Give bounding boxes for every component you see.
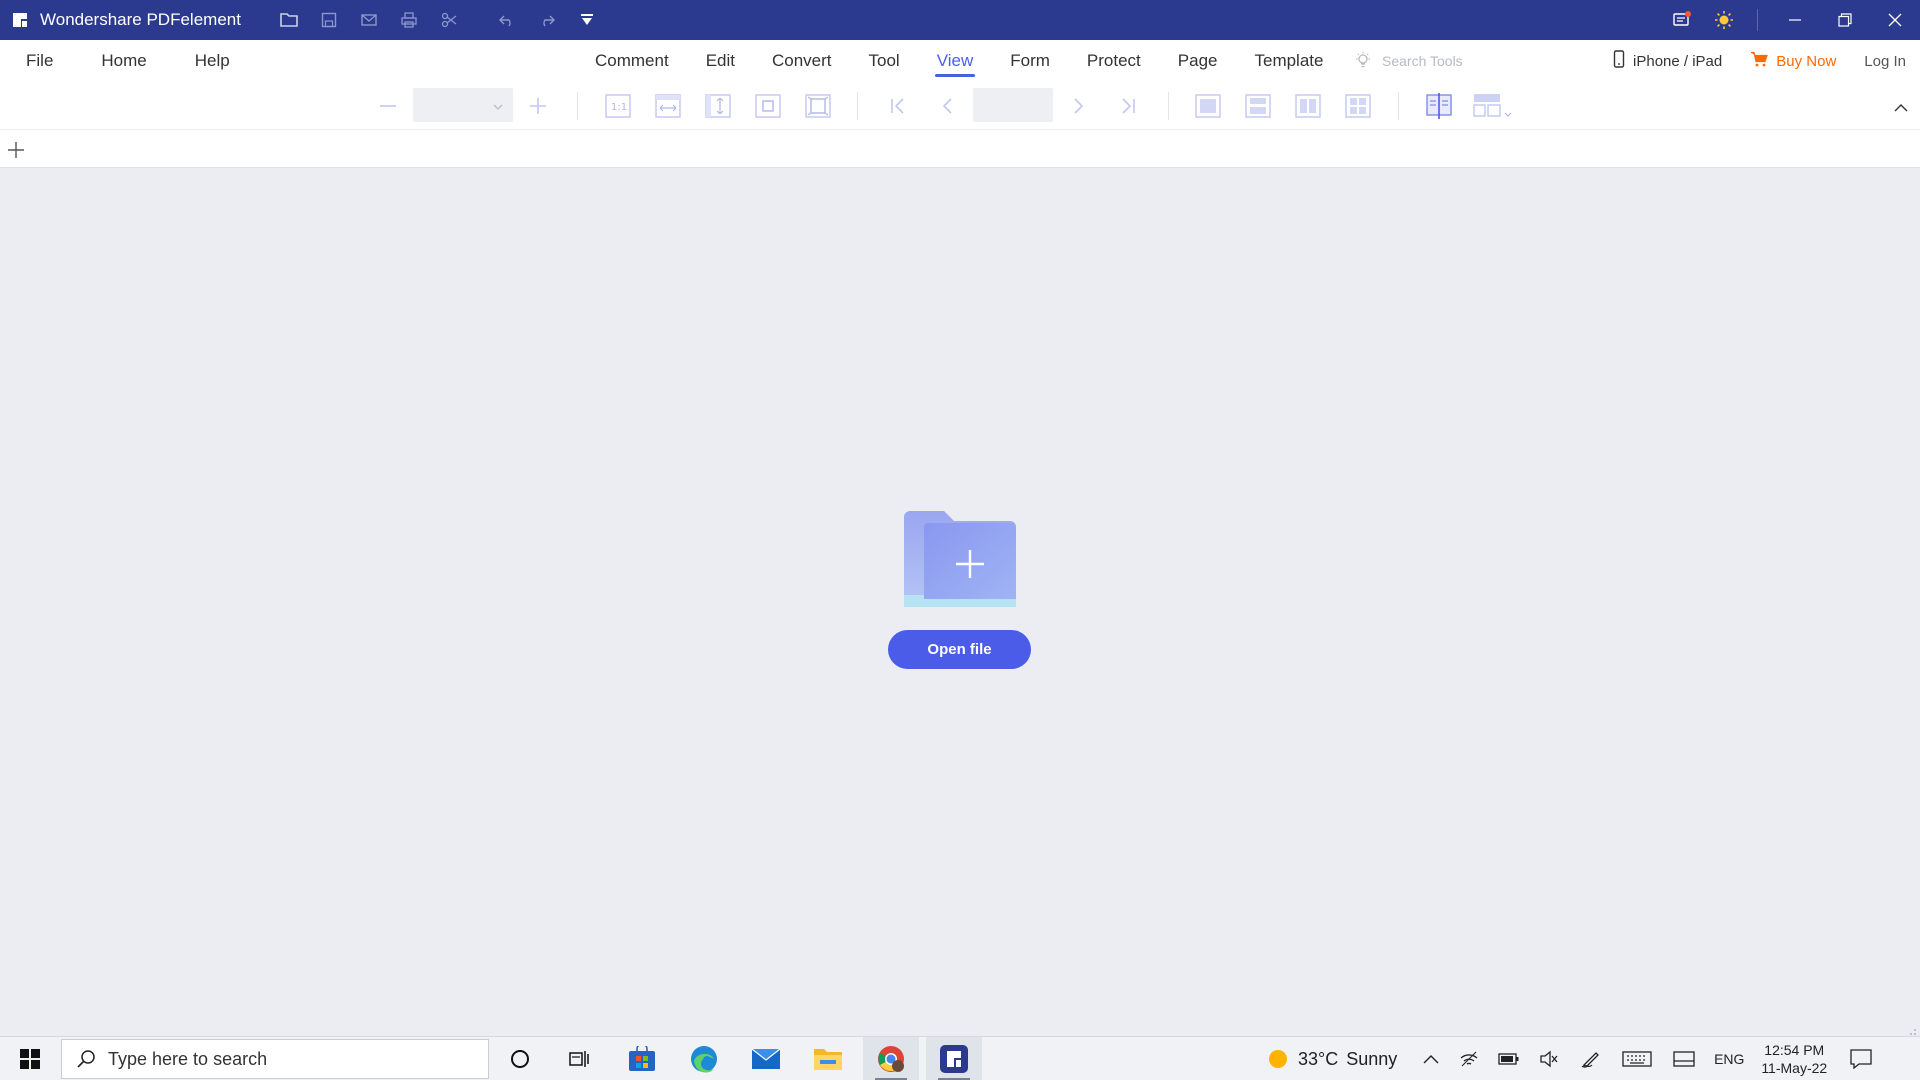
display-icon[interactable]	[1661, 1037, 1707, 1080]
iphone-ipad-label: iPhone / iPad	[1633, 52, 1723, 70]
document-tab-strip	[0, 130, 1920, 168]
collapse-ribbon-icon[interactable]	[1888, 95, 1914, 121]
microsoft-store-icon[interactable]	[614, 1037, 670, 1080]
print-icon[interactable]	[389, 0, 429, 40]
scissors-icon[interactable]	[429, 0, 469, 40]
tab-page[interactable]: Page	[1168, 40, 1228, 82]
menu-home[interactable]: Home	[89, 51, 158, 71]
taskbar-search-placeholder: Type here to search	[108, 1048, 268, 1069]
chrome-browser-icon[interactable]	[863, 1037, 919, 1080]
split-view-icon[interactable]	[1424, 91, 1454, 121]
search-tools-placeholder: Search Tools	[1382, 53, 1463, 69]
task-view-icon[interactable]	[552, 1037, 608, 1080]
view-toolbar: 1:1	[0, 82, 1920, 130]
touch-keyboard-icon[interactable]	[1613, 1037, 1661, 1080]
zoom-select[interactable]	[413, 88, 513, 122]
windows-taskbar: Type here to search 33°C Sunny ENG 12:54…	[0, 1036, 1920, 1080]
weather-condition[interactable]: Sunny	[1346, 1037, 1397, 1080]
buy-now-link[interactable]: Buy Now	[1736, 51, 1850, 71]
iphone-ipad-link[interactable]: iPhone / iPad	[1599, 50, 1736, 72]
phone-icon	[1613, 50, 1625, 72]
cart-icon	[1750, 51, 1769, 71]
file-explorer-icon[interactable]	[800, 1037, 856, 1080]
close-icon[interactable]	[1870, 0, 1920, 40]
network-icon[interactable]	[1449, 1037, 1489, 1080]
undo-icon[interactable]	[487, 0, 527, 40]
tab-comment[interactable]: Comment	[585, 40, 679, 82]
tab-template[interactable]: Template	[1244, 40, 1333, 82]
continuous-scroll-icon[interactable]	[1243, 91, 1273, 121]
taskbar-search-box[interactable]: Type here to search	[61, 1039, 489, 1079]
log-in-label: Log In	[1864, 52, 1906, 70]
system-clock[interactable]: 12:54 PM 11-May-22	[1751, 1037, 1837, 1080]
battery-icon[interactable]	[1489, 1037, 1529, 1080]
open-file-button[interactable]: Open file	[888, 630, 1031, 669]
next-page-icon[interactable]	[1063, 91, 1093, 121]
edge-browser-icon[interactable]	[676, 1037, 732, 1080]
fit-height-icon[interactable]	[703, 91, 733, 121]
volume-muted-icon[interactable]	[1529, 1037, 1569, 1080]
menu-bar: File Home Help Comment Edit Convert Tool…	[0, 40, 1920, 82]
redo-icon[interactable]	[527, 0, 567, 40]
buy-now-label: Buy Now	[1776, 52, 1837, 70]
fit-width-icon[interactable]	[653, 91, 683, 121]
svg-text:1:1: 1:1	[611, 102, 627, 113]
two-page-icon[interactable]	[1293, 91, 1323, 121]
search-tools[interactable]: Search Tools	[1354, 40, 1463, 82]
chevron-down-icon	[493, 99, 503, 117]
menu-help[interactable]: Help	[183, 51, 242, 71]
log-in-link[interactable]: Log In	[1850, 53, 1920, 70]
customize-icon[interactable]	[567, 0, 607, 40]
search-icon	[76, 1049, 96, 1069]
first-page-icon[interactable]	[883, 91, 913, 121]
clock-time: 12:54 PM	[1764, 1042, 1825, 1058]
title-bar: Wondershare PDFelement	[0, 0, 1920, 40]
mail-app-icon[interactable]	[738, 1037, 794, 1080]
tab-form[interactable]: Form	[1000, 40, 1060, 82]
weather-temperature[interactable]: 33°C	[1298, 1037, 1338, 1080]
theme-sun-icon[interactable]	[1703, 0, 1745, 40]
main-workspace: Open file	[0, 168, 1920, 1036]
action-center-icon[interactable]	[1837, 1037, 1885, 1080]
input-language[interactable]: ENG	[1707, 1037, 1751, 1080]
zoom-in-icon[interactable]	[523, 91, 553, 121]
tab-view[interactable]: View	[927, 40, 984, 82]
weather-sun-icon[interactable]	[1258, 1037, 1298, 1080]
show-hidden-icons-icon[interactable]	[1413, 1037, 1449, 1080]
cortana-icon[interactable]	[492, 1037, 548, 1080]
windows-start-icon[interactable]	[0, 1037, 60, 1080]
tab-protect[interactable]: Protect	[1077, 40, 1151, 82]
last-page-icon[interactable]	[1113, 91, 1143, 121]
mail-icon[interactable]	[349, 0, 389, 40]
single-page-icon[interactable]	[1193, 91, 1223, 121]
restore-icon[interactable]	[1820, 0, 1870, 40]
tab-convert[interactable]: Convert	[762, 40, 842, 82]
tab-edit[interactable]: Edit	[696, 40, 745, 82]
pdfelement-logo-icon	[0, 0, 40, 40]
open-folder-illustration-icon[interactable]	[900, 503, 1020, 611]
menu-file[interactable]: File	[14, 51, 65, 71]
previous-page-icon[interactable]	[933, 91, 963, 121]
app-title: Wondershare PDFelement	[40, 10, 241, 29]
zoom-out-icon[interactable]	[373, 91, 403, 121]
new-tab-icon[interactable]	[4, 138, 28, 162]
pdfelement-taskbar-icon[interactable]	[926, 1037, 982, 1080]
save-icon[interactable]	[309, 0, 349, 40]
tab-tool[interactable]: Tool	[859, 40, 910, 82]
open-folder-icon[interactable]	[269, 0, 309, 40]
actual-size-icon[interactable]: 1:1	[603, 91, 633, 121]
fit-page-icon[interactable]	[753, 91, 783, 121]
layout-dropdown-icon[interactable]	[1472, 91, 1518, 121]
page-number-input[interactable]	[973, 88, 1053, 122]
resize-grip-icon[interactable]	[1907, 1023, 1917, 1035]
notification-icon[interactable]	[1661, 0, 1703, 40]
two-page-scroll-icon[interactable]	[1343, 91, 1373, 121]
clock-date: 11-May-22	[1761, 1060, 1828, 1076]
fit-visible-icon[interactable]	[803, 91, 833, 121]
minimize-icon[interactable]	[1770, 0, 1820, 40]
pen-workspace-icon[interactable]	[1569, 1037, 1613, 1080]
lightbulb-icon	[1354, 51, 1372, 72]
